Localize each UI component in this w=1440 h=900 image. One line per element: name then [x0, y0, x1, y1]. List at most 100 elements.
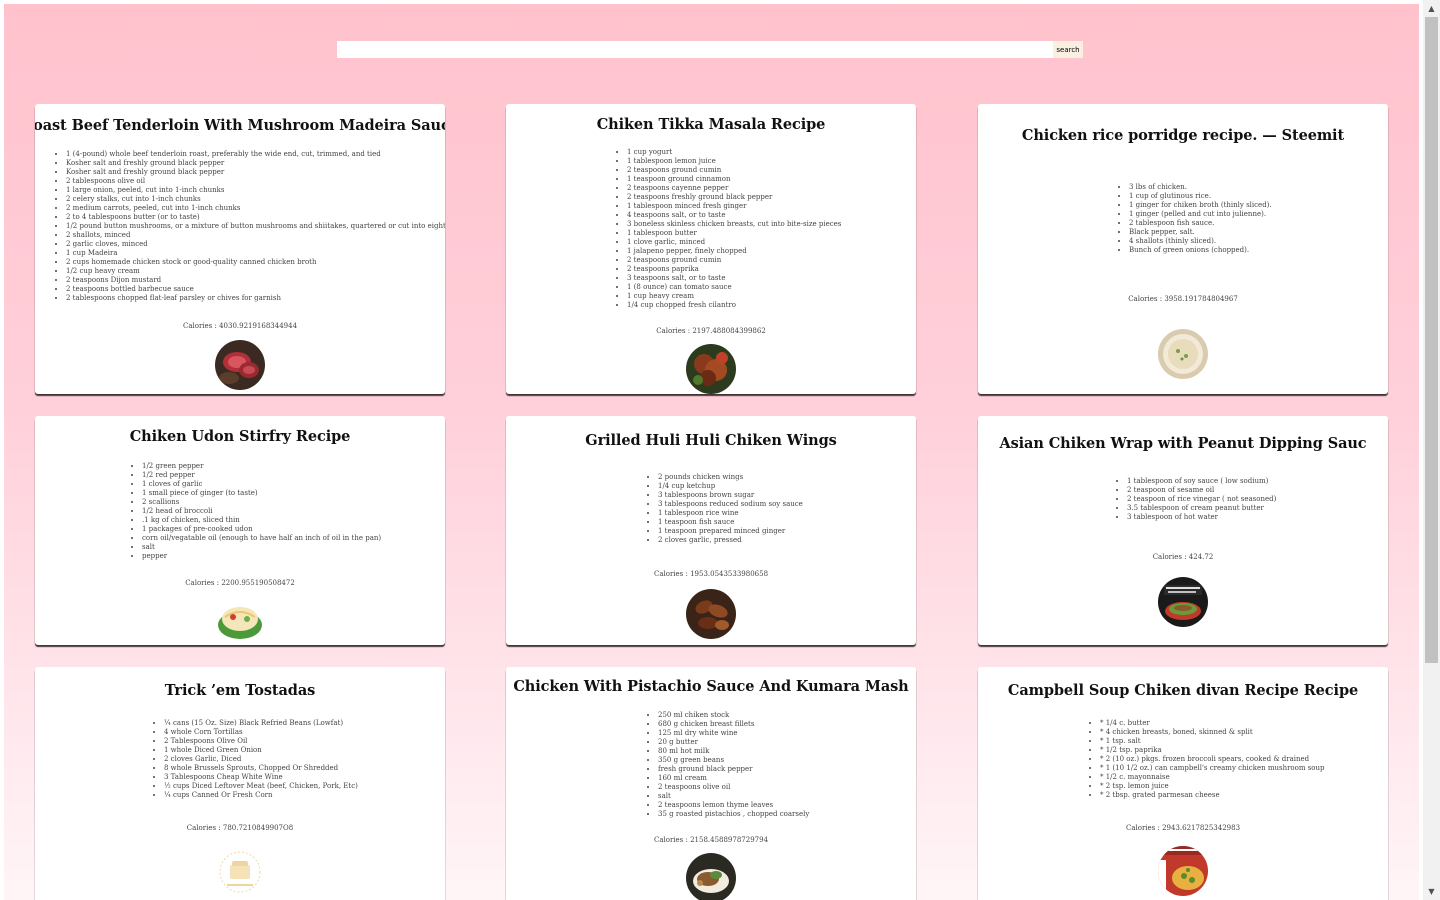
ingredient-item: * 2 (10 oz.) pkgs. frozen broccoli spear…	[1100, 755, 1325, 764]
recipe-card[interactable]: Campbell Soup Chiken divan Recipe Recipe…	[978, 667, 1388, 900]
ingredient-list: 1 cup yogurt 1 tablespoon lemon juice 2 …	[615, 148, 841, 310]
calories-label: Calories : 3958.191784804967	[1128, 295, 1238, 303]
ingredient-item: 2 teaspoons bottled barbecue sauce	[66, 285, 445, 294]
ingredient-item: 1 ginger for chiken broth (thinly sliced…	[1129, 201, 1272, 210]
search-button[interactable]: search	[1053, 41, 1083, 58]
ingredient-item: 1 (4-pound) whole beef tenderloin roast,…	[66, 150, 445, 159]
ingredient-item: 250 ml chiken stock	[658, 711, 809, 720]
ingredient-item: Kosher salt and freshly ground black pep…	[66, 168, 445, 177]
chicken-wings-image	[686, 589, 736, 639]
ingredient-item: * 4 chicken breasts, boned, skinned & sp…	[1100, 728, 1325, 737]
ingredient-item: 1 tablespoon lemon juice	[627, 157, 841, 166]
ingredient-list: 250 ml chiken stock 680 g chicken breast…	[646, 711, 809, 819]
recipe-title: Chiken Udon Stirfry Recipe	[129, 428, 351, 445]
ingredient-item: 2 Tablespoons Olive Oil	[164, 737, 358, 746]
ingredient-item: 3 tablespoons brown sugar	[658, 491, 803, 500]
ingredient-item: 2 to 4 tablespoons butter (or to taste)	[66, 213, 445, 222]
ingredient-item: 2 teaspoon of sesame oil	[1127, 486, 1276, 495]
ingredient-item: 1/2 red pepper	[142, 471, 381, 480]
ingredient-item: 80 ml hot milk	[658, 747, 809, 756]
ingredient-item: 3 lbs of chicken.	[1129, 183, 1272, 192]
ingredient-item: 2 teaspoons paprika	[627, 265, 841, 274]
ingredient-item: 3 tablespoon of hot water	[1127, 513, 1276, 522]
recipe-title: Trick ’em Tostadas	[164, 682, 316, 699]
ingredient-item: 4 shallots (thinly sliced).	[1129, 237, 1272, 246]
ingredient-item: 8 whole Brussels Sprouts, Chopped Or Shr…	[164, 764, 358, 773]
ingredient-item: 1 teaspoon prepared minced ginger	[658, 527, 803, 536]
calories-label: Calories : 2158.4588978729794	[653, 836, 769, 844]
ingredient-item: 1 cloves of garlic	[142, 480, 381, 489]
ingredient-item: 2 teaspoon of rice vinegar ( not seasone…	[1127, 495, 1276, 504]
ingredient-item: 1 whole Diced Green Onion	[164, 746, 358, 755]
recipe-card[interactable]: Chiken Tikka Masala Recipe 1 cup yogurt …	[506, 104, 916, 394]
ingredient-item: 1 cup heavy cream	[627, 292, 841, 301]
ingredient-item: 1/2 pound button mushrooms, or a mixture…	[66, 222, 445, 231]
scroll-up-arrow-icon[interactable]: ▲	[1423, 0, 1440, 17]
recipe-card[interactable]: Chicken rice porridge recipe. — Steemit …	[978, 104, 1388, 394]
ingredient-item: 1 jalapeno pepper, finely chopped	[627, 247, 841, 256]
recipe-title: Chiken Tikka Masala Recipe	[596, 116, 826, 133]
ingredient-item: 1 teaspoon ground cinnamon	[627, 175, 841, 184]
recipe-card[interactable]: Grilled Huli Huli Chiken Wings 2 pounds …	[506, 416, 916, 645]
ingredient-item: 1 (8 ounce) can tomato sauce	[627, 283, 841, 292]
recipe-card[interactable]: Roast Beef Tenderloin With Mushroom Made…	[35, 104, 445, 394]
ingredient-item: 2 cups homemade chicken stock or good-qu…	[66, 258, 445, 267]
ingredient-item: 3 boneless skinless chicken breasts, cut…	[627, 220, 841, 229]
recipe-card[interactable]: Chicken With Pistachio Sauce And Kumara …	[506, 667, 916, 900]
ingredient-item: 2 tablespoons olive oil	[66, 177, 445, 186]
ingredient-item: 1/4 cup chopped fresh cilantro	[627, 301, 841, 310]
scroll-down-arrow-icon[interactable]: ▼	[1423, 883, 1440, 900]
ingredient-item: 1 ginger (pelled and cut into julienne).	[1129, 210, 1272, 219]
ingredient-item: pepper	[142, 552, 381, 561]
ingredient-item: 3.5 tablespoon of cream peanut butter	[1127, 504, 1276, 513]
ingredient-item: ¼ cans (15 Oz. Size) Black Refried Beans…	[164, 719, 358, 728]
ingredient-list: * 1/4 c. butter * 4 chicken breasts, bon…	[1088, 719, 1325, 800]
ingredient-item: 2 garlic cloves, minced	[66, 240, 445, 249]
ingredient-list: 1 (4-pound) whole beef tenderloin roast,…	[54, 150, 445, 303]
ingredient-item: 1/2 cup heavy cream	[66, 267, 445, 276]
ingredient-item: 2 teaspoons cayenne pepper	[627, 184, 841, 193]
ingredient-item: 1/2 head of broccoli	[142, 507, 381, 516]
scrollbar-thumb[interactable]	[1425, 17, 1438, 663]
ingredient-item: salt	[658, 792, 809, 801]
ingredient-item: 160 ml cream	[658, 774, 809, 783]
ingredient-item: salt	[142, 543, 381, 552]
search-input[interactable]	[337, 41, 1053, 58]
ingredient-item: 1/4 cup ketchup	[658, 482, 803, 491]
ingredient-item: 1 tablespoon butter	[627, 229, 841, 238]
ingredient-item: 350 g green beans	[658, 756, 809, 765]
recipe-card[interactable]: Trick ’em Tostadas ¼ cans (15 Oz. Size) …	[35, 667, 445, 900]
calories-label: Calories : 2197.488084399862	[656, 327, 766, 335]
ingredient-list: ¼ cans (15 Oz. Size) Black Refried Beans…	[152, 719, 358, 800]
ingredient-item: 3 tablespoons reduced sodium soy sauce	[658, 500, 803, 509]
vertical-scrollbar[interactable]: ▲ ▼	[1423, 0, 1440, 900]
ingredient-item: 3 teaspoons salt, or to taste	[627, 274, 841, 283]
ingredient-item: 2 tablespoons chopped flat-leaf parsley …	[66, 294, 445, 303]
tikka-masala-image	[686, 344, 736, 394]
chicken-wrap-image	[1158, 577, 1208, 627]
ingredient-item: * 1/2 tsp. paprika	[1100, 746, 1325, 755]
recipe-title: Chicken With Pistachio Sauce And Kumara …	[513, 678, 909, 695]
ingredient-list: 1/2 green pepper 1/2 red pepper 1 cloves…	[130, 462, 381, 561]
ingredient-item: 2 tablespoon fish sauce.	[1129, 219, 1272, 228]
recipe-card[interactable]: Chiken Udon Stirfry Recipe 1/2 green pep…	[35, 416, 445, 645]
ingredient-item: 680 g chicken breast fillets	[658, 720, 809, 729]
calories-label: Calories : 4030.9219168344944	[182, 322, 298, 330]
ingredient-item: 2 teaspoons freshly ground black pepper	[627, 193, 841, 202]
chicken-divan-image	[1158, 846, 1208, 896]
ingredient-list: 3 lbs of chicken. 1 cup of glutinous ric…	[1117, 183, 1272, 255]
ingredient-item: corn oil/vegatable oil (enough to have h…	[142, 534, 381, 543]
recipe-title: Chicken rice porridge recipe. — Steemit	[1021, 127, 1345, 144]
recipe-card[interactable]: Asian Chiken Wrap with Peanut Dipping Sa…	[978, 416, 1388, 645]
recipe-title: Asian Chiken Wrap with Peanut Dipping Sa…	[999, 435, 1367, 452]
recipe-title: Campbell Soup Chiken divan Recipe Recipe	[1007, 682, 1359, 699]
ingredient-item: 2 cloves Garlic, Diced	[164, 755, 358, 764]
ingredient-item: 1 packages of pre-cooked udon	[142, 525, 381, 534]
ingredient-item: 1 cup yogurt	[627, 148, 841, 157]
ingredient-item: 2 pounds chicken wings	[658, 473, 803, 482]
ingredient-item: .1 kg of chicken, sliced thin	[142, 516, 381, 525]
udon-stirfry-image	[215, 595, 265, 645]
ingredient-item: * 1/2 c. mayonnaise	[1100, 773, 1325, 782]
calories-label: Calories : 780.7210849907O8	[186, 824, 294, 832]
ingredient-item: 2 teaspoons olive oil	[658, 783, 809, 792]
